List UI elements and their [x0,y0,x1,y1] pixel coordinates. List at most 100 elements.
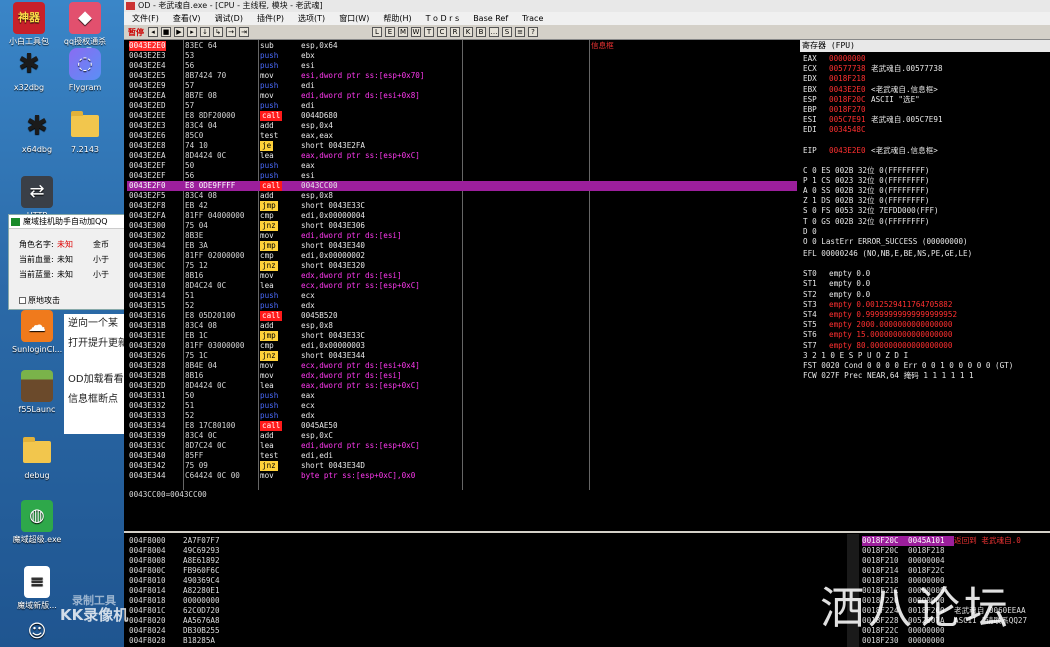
attack-in-place-checkbox[interactable]: 原地攻击 [19,295,60,306]
toolbar-button[interactable]: ▸ [187,27,197,37]
toolbar-button[interactable]: T [424,27,434,37]
disasm-row[interactable]: 0043E306 81FF 02000000 cmp edi,0x00000002 [127,251,797,261]
toolbar-button[interactable]: ? [528,27,538,37]
toolbar-button[interactable]: ↳ [213,27,223,37]
disasm-row[interactable]: 0043E304 EB 3A jmp short 0043E340 [127,241,797,251]
disasm-row[interactable]: 0043E2EA 8B7E 08 mov edi,dword ptr ds:[esi+… [127,91,797,101]
disasm-row[interactable]: 0043E331 50 push eax [127,391,797,401]
disasm-row[interactable]: 0043E31E EB 1C jmp short 0043E33C [127,331,797,341]
flag-row[interactable]: P 1 CS 0023 32位 0(FFFFFFFF) [803,176,929,186]
desktop-icon-debug[interactable]: debug [12,436,62,481]
register-row[interactable]: EDX 0018F218 [803,74,871,84]
disasm-row[interactable]: 0043E31B 83C4 08 add esp,0x8 [127,321,797,331]
fpu-row[interactable]: ST0 empty 0.0 [803,269,870,279]
disasm-row[interactable]: 0043E2F0 E8 0DE9FFFF call 0043CC00 [127,181,797,191]
disasm-row[interactable]: 0043E315 52 push edx [127,301,797,311]
disasm-row[interactable]: 0043E332 51 push ecx [127,401,797,411]
flag-row[interactable]: A 0 SS 002B 32位 0(FFFFFFFF) [803,186,929,196]
desktop-icon-x64dbg[interactable]: ✱ x64dbg [12,110,62,155]
disasm-row[interactable]: 0043E314 51 push ecx [127,291,797,301]
toolbar-button[interactable]: ≡ [515,27,525,37]
desktop-icon-minecraft[interactable]: f55Launc [12,370,62,415]
fpu-row[interactable]: ST5 empty 2000.0000000000000000 [803,320,952,330]
flag-row[interactable]: S 0 FS 0053 32位 7EFDD000(FFF) [803,206,939,216]
flag-row[interactable]: Z 1 DS 002B 32位 0(FFFFFFFF) [803,196,929,206]
stack-row[interactable]: 0018F20C 0018F218 [862,546,954,556]
disasm-row[interactable]: 0043E2E0 83EC 64 sub esp,0x64 信息框 [127,41,797,51]
disasm-row[interactable]: 0043E2EA 8D4424 0C lea eax,dword ptr ss:[es… [127,151,797,161]
disasm-row[interactable]: 0043E2EF 56 push esi [127,171,797,181]
desktop-icon-mojing[interactable]: ◍ 魔域超级.exe [12,500,62,545]
disasm-row[interactable]: 0043E2FA 81FF 04000000 cmp edi,0x00000004 [127,211,797,221]
desktop-icon-x32dbg[interactable]: ✱ x32dbg [4,48,54,93]
disasm-row[interactable]: 0043E2EE E8 8DF20000 call 0044D680 [127,111,797,121]
disasm-row[interactable]: 0043E334 E8 17C80100 call 0045AE50 [127,421,797,431]
menu-item[interactable]: 文件(F) [132,14,159,23]
dump-row[interactable]: 004F8000 2A7F07F7 [129,536,220,546]
eip-row[interactable]: EIP 0043E2E0 <老武魂自.信息框> [803,146,938,156]
desktop-icon-xiaobai[interactable]: 神器 小白工具包 [4,2,54,47]
toolbar-button[interactable]: → [226,27,236,37]
menu-item[interactable]: Trace [522,14,543,23]
desktop-icon-folder-7[interactable]: 7.2143 [60,110,110,155]
menu-item[interactable]: 选项(T) [298,14,325,23]
disasm-row[interactable]: 0043E300 75 04 jnz short 0043E306 [127,221,797,231]
stack-row[interactable]: 0018F210 00000004 [862,556,954,566]
menu-item[interactable]: Base Ref [473,14,508,23]
toolbar-button[interactable]: L [372,27,382,37]
menu-item[interactable]: 帮助(H) [383,14,411,23]
toolbar-button[interactable]: R [450,27,460,37]
toolbar-button[interactable]: W [411,27,421,37]
fpu-row[interactable]: ST1 empty 0.0 [803,279,870,289]
register-row[interactable]: EDI 0034548C [803,125,871,135]
fpu-row[interactable]: ST2 empty 0.0 [803,290,870,300]
toolbar-button[interactable]: B [476,27,486,37]
toolbar-button[interactable]: C [437,27,447,37]
flag-row[interactable]: O 0 LastErr ERROR_SUCCESS (00000000) [803,237,968,247]
cheat-tool-window[interactable]: 魔域挂机助手自动加QQ 角色名字: 未知 金币 当前血量: 未知 小于 当前蓝量: 未知 小于 … [8,214,128,310]
fpu-row[interactable]: ST7 empty 80.000000000000000000 [803,341,952,351]
toolbar-button[interactable]: … [489,27,499,37]
stack-row[interactable]: 0018F20C 0045A101 返回到 老武魂自.0 [862,536,1021,546]
disassembly-pane[interactable]: 0043E2E0 83EC 64 sub esp,0x64 信息框 0043E2E3 53 p… [127,40,797,490]
disasm-row[interactable]: 0043E32B 8B16 mov edx,dword ptr ds:[esi] [127,371,797,381]
disasm-row[interactable]: 0043E342 75 09 jnz short 0043E34D [127,461,797,471]
register-row[interactable]: EAX 00000000 [803,54,871,64]
flag-row[interactable]: C 0 ES 002B 32位 0(FFFFFFFF) [803,166,929,176]
dump-row[interactable]: 004F8004 49C69293 [129,546,220,556]
dump-row[interactable]: 004F8024 DB30B255 [129,626,220,636]
disasm-row[interactable]: 0043E2EF 50 push eax [127,161,797,171]
toolbar-button[interactable]: M [398,27,408,37]
disasm-row[interactable]: 0043E320 81FF 03000000 cmp edi,0x00000003 [127,341,797,351]
fpu-row[interactable]: ST3 empty 0.0012529411764705882 [803,300,952,310]
toolbar-button[interactable]: K [463,27,473,37]
dump-row[interactable]: 004F800C FB960F6C [129,566,220,576]
dump-row[interactable]: 004F8008 A8E61892 [129,556,220,566]
disasm-row[interactable]: 0043E326 75 1C jnz short 0043E344 [127,351,797,361]
register-row[interactable]: ESI 005C7E91 老武魂自.005C7E91 [803,115,943,125]
memory-dump-pane[interactable]: 004F8000 2A7F07F7 004F8004 49C69293 004F8008… [127,534,847,647]
pane-splitter[interactable] [124,531,1050,533]
disasm-row[interactable]: 0043E2E3 53 push ebx [127,51,797,61]
toolbar-button[interactable]: E [385,27,395,37]
dump-row[interactable]: 004F8020 AA5676A8 [129,616,220,626]
disasm-row[interactable]: 0043E339 83C4 0C add esp,0xC [127,431,797,441]
disasm-row[interactable]: 0043E33C 8D7C24 0C lea edi,dword ptr ss:[es… [127,441,797,451]
flag-row[interactable]: T 0 GS 002B 32位 0(FFFFFFFF) [803,217,929,227]
flag-row[interactable]: D 0 [803,227,817,237]
register-row[interactable]: ECX 00577738 老武魂自.00577738 [803,64,943,74]
disasm-row[interactable]: 0043E2F5 83C4 08 add esp,0x8 [127,191,797,201]
dump-row[interactable]: 004F8010 490369C4 [129,576,220,586]
disasm-row[interactable]: 0043E333 52 push edx [127,411,797,421]
disasm-row[interactable]: 0043E302 8B3E mov edi,dword ptr ds:[esi] [127,231,797,241]
menu-item[interactable]: 插件(P) [257,14,284,23]
stack-row[interactable]: 0018F230 00000000 [862,636,954,646]
disasm-row[interactable]: 0043E2E5 8B7424 70 mov esi,dword ptr ss:[es… [127,71,797,81]
disasm-row[interactable]: 0043E328 8B4E 04 mov ecx,dword ptr ds:[esi+… [127,361,797,371]
register-row[interactable]: ESP 0018F20C ASCII "选E" [803,95,920,105]
dump-row[interactable]: 004F8018 00000000 [129,596,220,606]
toolbar-button[interactable]: ⇥ [239,27,249,37]
fpu-row[interactable]: ST6 empty 15.000000000000000000 [803,330,952,340]
fpu-row[interactable]: ST4 empty 0.99999999999999999952 [803,310,957,320]
dump-row[interactable]: 004F8014 A82280E1 [129,586,220,596]
